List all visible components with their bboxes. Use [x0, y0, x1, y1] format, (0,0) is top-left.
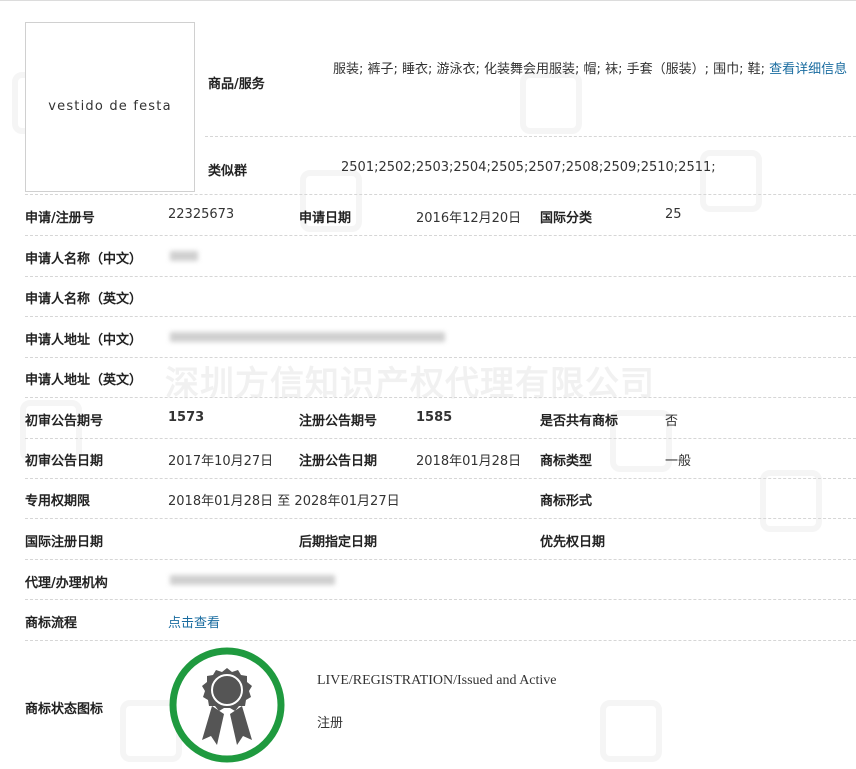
goods-value: 服装; 裤子; 睡衣; 游泳衣; 化装舞会用服装; 帽; 袜; 手套（服装）; … [333, 50, 853, 90]
intl-class-value: 25 [665, 207, 682, 222]
top-border [0, 0, 856, 1]
row-divider [25, 357, 856, 358]
goods-detail-link[interactable]: 查看详细信息 [769, 62, 847, 77]
similar-label: 类似群 [208, 164, 248, 179]
row-divider [25, 194, 856, 195]
tm-type-label: 商标类型 [540, 454, 593, 469]
watermark-seal [610, 410, 672, 472]
row-divider [25, 316, 856, 317]
row-divider [25, 518, 856, 519]
term-value: 2018年01月28日 至 2028年01月27日 [168, 494, 400, 509]
applicant-en-label: 申请人名称（英文） [25, 292, 143, 307]
applicant-cn-redacted [170, 251, 198, 261]
applicant-cn-label: 申请人名称（中文） [25, 252, 143, 267]
tm-form-label: 商标形式 [540, 494, 593, 509]
reg-pub-date-label: 注册公告日期 [299, 454, 378, 469]
watermark-seal [600, 700, 662, 762]
status-label: 商标状态图标 [25, 702, 104, 717]
row-divider [25, 640, 856, 641]
row-divider [25, 599, 856, 600]
priority-date-label: 优先权日期 [540, 535, 606, 550]
goods-label: 商品/服务 [208, 77, 265, 92]
tm-type-value: 一般 [665, 454, 692, 469]
agent-label: 代理/办理机构 [25, 576, 108, 591]
reg-pub-no-value: 1585 [416, 410, 453, 425]
row-divider [205, 136, 856, 137]
address-en-label: 申请人地址（英文） [25, 373, 143, 388]
intl-class-label: 国际分类 [540, 211, 593, 226]
similar-value: 2501;2502;2503;2504;2505;2507;2508;2509;… [341, 160, 716, 175]
intl-reg-date-label: 国际注册日期 [25, 535, 104, 550]
reg-no-value: 22325673 [168, 207, 235, 222]
apply-date-label: 申请日期 [299, 211, 352, 226]
later-date-label: 后期指定日期 [299, 535, 378, 550]
process-label: 商标流程 [25, 616, 78, 631]
reg-pub-date-value: 2018年01月28日 [416, 454, 522, 469]
trademark-logo: vestido de festa [25, 22, 195, 192]
status-text: LIVE/REGISTRATION/Issued and Active [317, 673, 557, 688]
prelim-no-value: 1573 [168, 410, 205, 425]
reg-no-label: 申请/注册号 [25, 211, 95, 226]
row-divider [25, 397, 856, 398]
address-cn-redacted [170, 332, 445, 342]
watermark-seal [760, 470, 822, 532]
row-divider [25, 559, 856, 560]
term-label: 专用权期限 [25, 494, 91, 509]
process-link[interactable]: 点击查看 [168, 612, 220, 631]
status-cn: 注册 [317, 716, 344, 731]
reg-pub-no-label: 注册公告期号 [299, 414, 378, 429]
trademark-logo-text: vestido de festa [48, 99, 172, 114]
agent-redacted [170, 575, 335, 585]
shared-label: 是否共有商标 [540, 414, 619, 429]
prelim-date-value: 2017年10月27日 [168, 454, 274, 469]
row-divider [25, 438, 856, 439]
prelim-no-label: 初审公告期号 [25, 414, 104, 429]
goods-text: 服装; 裤子; 睡衣; 游泳衣; 化装舞会用服装; 帽; 袜; 手套（服装）; … [333, 62, 770, 77]
shared-value: 否 [665, 414, 679, 429]
row-divider [25, 478, 856, 479]
address-cn-label: 申请人地址（中文） [25, 333, 143, 348]
row-divider [25, 276, 856, 277]
registration-badge-icon [168, 646, 286, 768]
apply-date-value: 2016年12月20日 [416, 211, 522, 226]
row-divider [25, 235, 856, 236]
prelim-date-label: 初审公告日期 [25, 454, 104, 469]
